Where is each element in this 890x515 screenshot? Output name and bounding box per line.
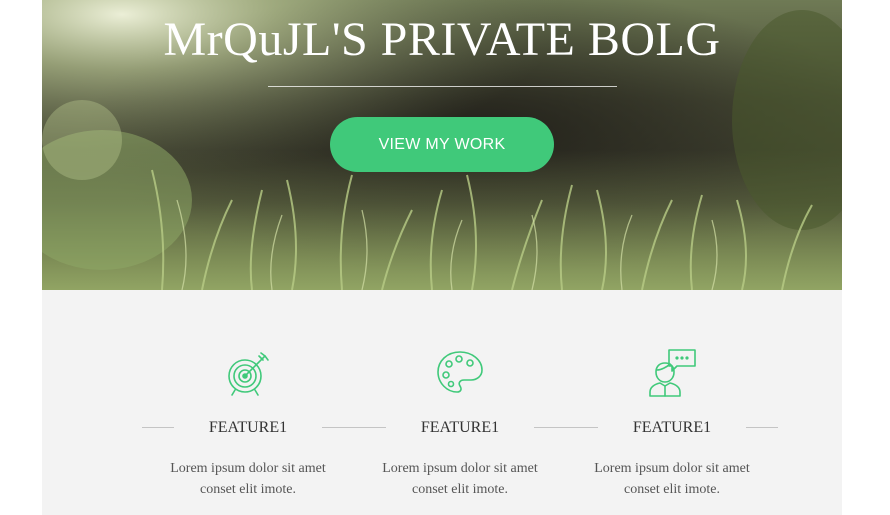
feature-title: FEATURE1 bbox=[632, 419, 712, 436]
hero-banner: MrQuJL'S PRIVATE BOLG VIEW MY WORK bbox=[42, 0, 842, 290]
feature-title-row: FEATURE1 bbox=[354, 418, 566, 438]
title-line-right bbox=[746, 427, 778, 428]
feature-description: Lorem ipsum dolor sit amet conset elit i… bbox=[566, 458, 778, 500]
feature-title: FEATURE1 bbox=[208, 419, 288, 436]
page: MrQuJL'S PRIVATE BOLG VIEW MY WORK FEATU… bbox=[0, 0, 890, 515]
feature-card: FEATURE1 Lorem ipsum dolor sit amet cons… bbox=[566, 290, 778, 515]
target-icon bbox=[228, 352, 269, 396]
site-title: MrQuJL'S PRIVATE BOLG bbox=[163, 13, 721, 66]
chat-user-icon bbox=[649, 349, 696, 397]
feature-card: FEATURE1 Lorem ipsum dolor sit amet cons… bbox=[354, 290, 566, 515]
feature-description-line2: conset elit imote. bbox=[411, 482, 509, 497]
title-line-right bbox=[534, 427, 566, 428]
palette-icon bbox=[437, 351, 483, 393]
title-divider bbox=[268, 86, 617, 87]
title-line-right bbox=[322, 427, 354, 428]
feature-title: FEATURE1 bbox=[420, 419, 500, 436]
feature-description-line1: Lorem ipsum dolor sit amet bbox=[170, 461, 326, 476]
feature-description-line2: conset elit imote. bbox=[623, 482, 721, 497]
features-section: FEATURE1 Lorem ipsum dolor sit amet cons… bbox=[42, 290, 842, 515]
feature-description-line1: Lorem ipsum dolor sit amet bbox=[382, 461, 538, 476]
feature-title-row: FEATURE1 bbox=[566, 418, 778, 438]
feature-description-line1: Lorem ipsum dolor sit amet bbox=[594, 461, 750, 476]
feature-card: FEATURE1 Lorem ipsum dolor sit amet cons… bbox=[142, 290, 354, 515]
feature-title-row: FEATURE1 bbox=[142, 418, 354, 438]
feature-description: Lorem ipsum dolor sit amet conset elit i… bbox=[142, 458, 354, 500]
feature-description-line2: conset elit imote. bbox=[199, 482, 297, 497]
feature-description: Lorem ipsum dolor sit amet conset elit i… bbox=[354, 458, 566, 500]
view-my-work-button[interactable]: VIEW MY WORK bbox=[330, 117, 554, 172]
